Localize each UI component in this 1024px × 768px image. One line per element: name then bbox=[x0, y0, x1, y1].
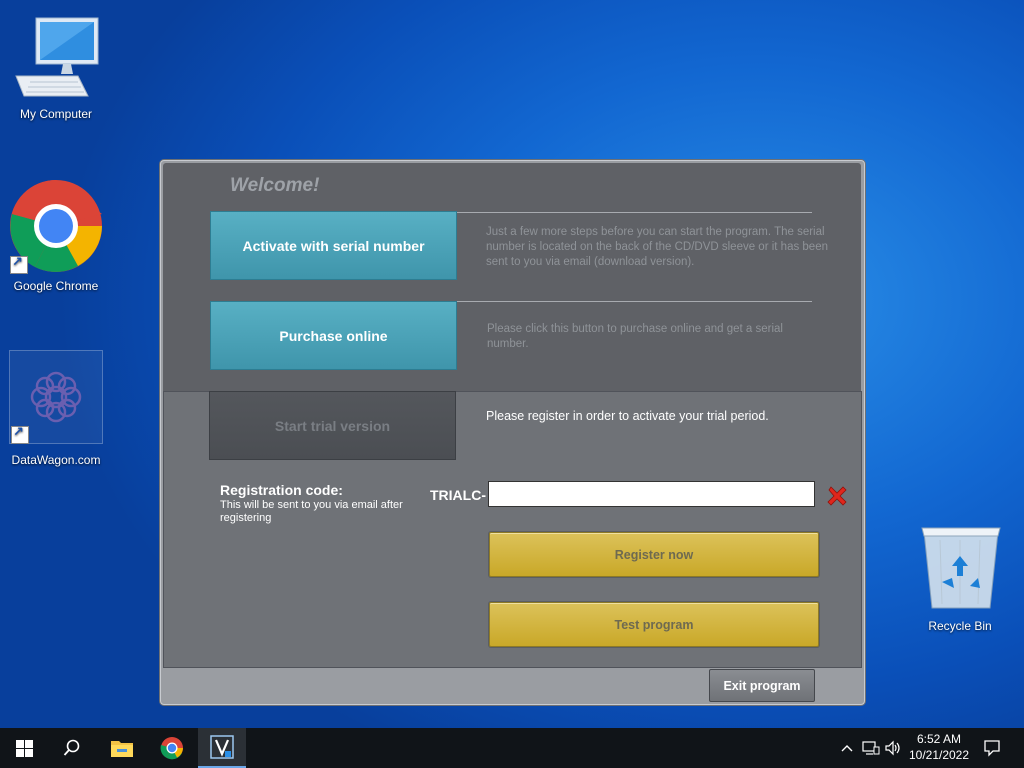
clock-time: 6:52 AM bbox=[916, 732, 962, 746]
taskbar: 6:52 AM 10/21/2022 bbox=[0, 728, 1024, 768]
search-icon bbox=[63, 739, 80, 756]
desktop-icon-my-computer[interactable]: My Computer bbox=[8, 14, 104, 121]
code-prefix-label: TRIALC- bbox=[430, 487, 486, 503]
file-explorer-icon bbox=[111, 741, 133, 757]
taskbar-active-app[interactable] bbox=[198, 728, 246, 768]
desktop-icon-datawagon[interactable]: DataWagon.com bbox=[9, 350, 103, 467]
taskbar-file-explorer[interactable] bbox=[98, 728, 146, 768]
divider bbox=[456, 212, 812, 213]
test-program-button[interactable]: Test program bbox=[489, 602, 819, 647]
clear-code-icon[interactable] bbox=[825, 484, 849, 508]
vipre-app-icon bbox=[210, 735, 234, 759]
registration-code-label: Registration code: bbox=[220, 482, 343, 498]
desktop-icon-label: My Computer bbox=[19, 107, 93, 121]
computer-icon bbox=[15, 17, 99, 97]
purchase-description: Please click this button to purchase onl… bbox=[487, 323, 783, 350]
start-icon bbox=[15, 739, 33, 757]
desktop-icon-label: Recycle Bin bbox=[928, 619, 992, 633]
chrome-icon bbox=[160, 737, 183, 760]
chevron-up-icon[interactable] bbox=[840, 741, 854, 755]
desktop-icon-label: Google Chrome bbox=[13, 279, 99, 293]
speaker-icon[interactable] bbox=[884, 740, 902, 756]
trial-panel: Start trial version Please register in o… bbox=[163, 391, 862, 668]
desktop-icon-google-chrome[interactable]: Google Chrome bbox=[8, 176, 104, 293]
welcome-heading: Welcome! bbox=[230, 175, 320, 196]
top-panel: Welcome! Activate with serial number Jus… bbox=[163, 163, 861, 391]
start-trial-button[interactable]: Start trial version bbox=[209, 391, 456, 460]
network-icon[interactable] bbox=[862, 740, 880, 756]
purchase-online-button[interactable]: Purchase online bbox=[210, 301, 457, 370]
activate-description: Just a few more steps before you can sta… bbox=[486, 226, 828, 268]
desktop-icon-recycle-bin[interactable]: Recycle Bin bbox=[912, 520, 1008, 633]
desktop-icon-label: DataWagon.com bbox=[11, 453, 101, 467]
taskbar-clock[interactable]: 6:52 AM 10/21/2022 bbox=[904, 731, 974, 763]
registration-code-input[interactable] bbox=[488, 481, 815, 507]
activate-serial-button[interactable]: Activate with serial number bbox=[210, 211, 457, 280]
exit-program-button[interactable]: Exit program bbox=[709, 669, 815, 702]
divider bbox=[456, 301, 812, 302]
taskbar-chrome[interactable] bbox=[148, 728, 196, 768]
notification-icon[interactable] bbox=[983, 739, 1001, 757]
shortcut-overlay-icon bbox=[10, 255, 28, 274]
search-button[interactable] bbox=[48, 728, 96, 768]
start-button[interactable] bbox=[0, 728, 48, 768]
registration-code-hint: This will be sent to you via email after… bbox=[220, 499, 403, 524]
recycle-bin-icon bbox=[921, 527, 1001, 609]
trial-description: Please register in order to activate you… bbox=[486, 409, 769, 423]
registration-dialog: Welcome! Activate with serial number Jus… bbox=[160, 160, 865, 705]
shortcut-overlay-icon bbox=[11, 425, 29, 444]
clock-date: 10/21/2022 bbox=[908, 748, 970, 762]
register-now-button[interactable]: Register now bbox=[489, 532, 819, 577]
